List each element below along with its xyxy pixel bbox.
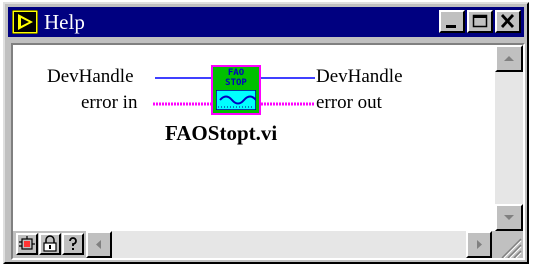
title-bar[interactable]: Help	[8, 7, 524, 37]
waveform-icon	[216, 90, 256, 110]
lock-button[interactable]	[39, 233, 61, 255]
vi-icon-text-bottom: STOP	[225, 78, 247, 88]
vi-name: FAOStopt.vi	[165, 121, 278, 145]
help-button[interactable]	[62, 233, 84, 255]
scroll-down-button[interactable]	[495, 204, 523, 231]
footer-bar	[13, 231, 523, 259]
vi-icon-text-top: FAO	[227, 68, 245, 78]
minimize-icon	[446, 25, 456, 28]
vi-icon: FAO STOP	[211, 65, 261, 115]
scroll-right-button[interactable]	[466, 231, 492, 258]
maximize-button[interactable]	[467, 10, 493, 33]
window-controls	[437, 10, 521, 33]
minimize-button[interactable]	[439, 10, 465, 33]
maximize-icon	[472, 14, 488, 28]
close-button[interactable]	[495, 10, 521, 33]
lock-icon	[43, 235, 57, 252]
question-icon	[69, 237, 77, 250]
close-icon	[500, 14, 515, 28]
vertical-scrollbar[interactable]	[495, 45, 523, 231]
help-window: Help DevHandle error in DevHandle error …	[3, 2, 529, 264]
resize-grip-icon	[501, 238, 522, 259]
scroll-left-button[interactable]	[86, 231, 112, 258]
horizontal-scroll-track[interactable]	[112, 231, 466, 258]
help-client-area: DevHandle error in DevHandle error out F…	[11, 43, 525, 260]
labview-app-icon[interactable]	[12, 10, 38, 34]
vertical-scroll-track[interactable]	[495, 72, 523, 204]
arrow-right-icon	[477, 240, 482, 249]
scroll-up-button[interactable]	[495, 45, 523, 72]
arrow-up-icon	[504, 56, 514, 61]
arrow-left-icon	[96, 240, 101, 249]
window-title: Help	[44, 9, 85, 34]
simple-diagram-help-button[interactable]	[16, 233, 38, 255]
resize-grip[interactable]	[492, 231, 523, 259]
arrow-down-icon	[504, 215, 514, 220]
diagram-icon	[19, 236, 35, 250]
help-content: DevHandle error in DevHandle error out F…	[13, 45, 495, 231]
